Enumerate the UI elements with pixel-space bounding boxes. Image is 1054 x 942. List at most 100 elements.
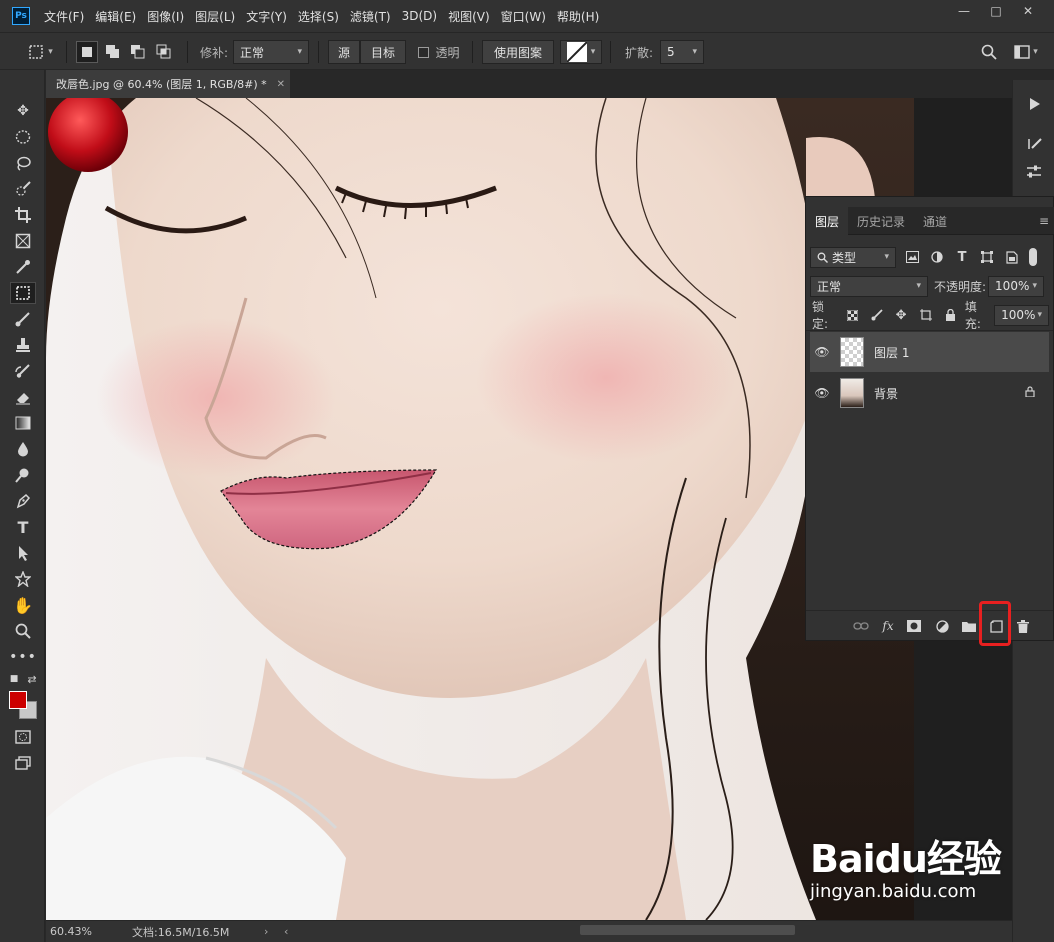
tab-layers[interactable]: 图层 — [806, 207, 849, 235]
filter-pixel-icon[interactable] — [903, 248, 921, 266]
marquee-tool[interactable] — [10, 126, 36, 148]
gradient-tool[interactable] — [10, 412, 36, 434]
diffusion-value: 5 — [667, 45, 675, 59]
use-pattern-button[interactable]: 使用图案 — [482, 40, 554, 64]
brush-settings-button[interactable] — [1020, 132, 1048, 156]
eyedropper-tool[interactable] — [10, 256, 36, 278]
dodge-tool[interactable] — [10, 464, 36, 486]
document-tab-bar: 改唇色.jpg @ 60.4% (图层 1, RGB/8#) * ✕ — [46, 70, 1012, 98]
crop-tool[interactable] — [10, 204, 36, 226]
target-button[interactable]: 目标 — [360, 40, 406, 64]
lasso-tool[interactable] — [10, 152, 36, 174]
document-tab[interactable]: 改唇色.jpg @ 60.4% (图层 1, RGB/8#) * ✕ — [46, 70, 290, 98]
brush-tool[interactable] — [10, 308, 36, 330]
type-tool[interactable]: T — [10, 516, 36, 538]
close-button[interactable]: ✕ — [1012, 0, 1044, 22]
add-mask-button[interactable] — [903, 615, 925, 637]
new-selection-button[interactable] — [76, 41, 98, 63]
opacity-input[interactable]: 100% ▾ — [988, 275, 1045, 297]
menu-edit[interactable]: 编辑(E) — [95, 8, 136, 25]
swap-colors-button[interactable]: ⇄ — [24, 668, 40, 690]
layer-name[interactable]: 背景 — [874, 385, 898, 402]
edit-toolbar-button[interactable]: ••• — [9, 646, 36, 668]
blur-tool[interactable] — [10, 438, 36, 460]
new-group-button[interactable] — [958, 615, 980, 637]
menu-type[interactable]: 文字(Y) — [246, 8, 287, 25]
eraser-tool[interactable] — [10, 386, 36, 408]
zoom-level[interactable]: 60.43% — [50, 925, 92, 938]
tab-channels[interactable]: 通道 — [914, 207, 956, 235]
gradient-icon — [15, 416, 31, 430]
filter-shape-icon[interactable] — [978, 248, 996, 266]
scroll-left-arrow-icon[interactable]: ‹ — [284, 925, 288, 938]
path-selection-tool[interactable] — [10, 542, 36, 564]
filter-kind-select[interactable]: 类型 ▾ — [810, 246, 896, 268]
tool-preset-picker[interactable]: ▾ — [20, 40, 60, 64]
lock-transparent-pixels-button[interactable] — [843, 306, 861, 324]
layer-name[interactable]: 图层 1 — [874, 344, 909, 361]
foreground-color-swatch[interactable] — [9, 691, 27, 709]
history-brush-tool[interactable] — [10, 360, 36, 382]
visibility-eye-icon[interactable]: 👁 — [810, 345, 834, 359]
lock-artboard-button[interactable] — [917, 306, 935, 324]
pattern-picker[interactable]: ▾ — [560, 40, 602, 64]
delete-layer-button[interactable] — [1012, 615, 1034, 637]
fx-button[interactable]: fx — [877, 615, 899, 637]
menu-view[interactable]: 视图(V) — [448, 8, 490, 25]
frame-tool[interactable] — [10, 230, 36, 252]
fill-input[interactable]: 100% ▾ — [994, 304, 1049, 326]
document-canvas[interactable] — [46, 98, 914, 920]
filter-adjustment-icon[interactable] — [928, 248, 946, 266]
diffusion-select[interactable]: 5 ▾ — [660, 40, 704, 64]
add-selection-button[interactable] — [102, 41, 124, 63]
properties-button[interactable] — [1020, 160, 1048, 184]
subtract-selection-button[interactable] — [127, 41, 149, 63]
horizontal-scrollbar-thumb[interactable] — [580, 925, 795, 935]
status-menu-arrow-icon[interactable]: › — [264, 925, 268, 938]
zoom-tool[interactable] — [10, 620, 36, 642]
pen-tool[interactable] — [10, 490, 36, 512]
layer-row-layer-1[interactable]: 👁 图层 1 — [810, 332, 1049, 372]
blend-mode-select[interactable]: 正常 ▾ — [810, 275, 928, 297]
menu-help[interactable]: 帮助(H) — [557, 8, 599, 25]
source-button[interactable]: 源 — [328, 40, 360, 64]
visibility-eye-icon[interactable]: 👁 — [810, 386, 834, 400]
workspace-switcher[interactable]: ▾ — [1008, 40, 1044, 64]
chevron-down-icon: ▾ — [1033, 47, 1038, 57]
shape-tool[interactable] — [10, 568, 36, 590]
move-tool[interactable]: ✥ — [10, 100, 36, 122]
minimize-button[interactable]: — — [948, 0, 980, 22]
panel-menu-icon[interactable]: ≡ — [1039, 214, 1049, 228]
menu-select[interactable]: 选择(S) — [298, 8, 339, 25]
search-button[interactable] — [978, 40, 1000, 64]
close-tab-icon[interactable]: ✕ — [277, 79, 285, 90]
filter-type-icon[interactable]: T — [953, 248, 971, 266]
lock-position-button[interactable]: ✥ — [892, 306, 910, 324]
patch-mode-select[interactable]: 正常 ▾ — [233, 40, 309, 64]
default-colors-button[interactable]: ■ — [6, 668, 22, 690]
lock-all-button[interactable] — [941, 306, 959, 324]
patch-tool[interactable] — [10, 282, 36, 304]
filter-smart-object-icon[interactable] — [1003, 248, 1021, 266]
menu-filter[interactable]: 滤镜(T) — [350, 8, 391, 25]
menu-3d[interactable]: 3D(D) — [402, 9, 437, 23]
tab-history[interactable]: 历史记录 — [848, 207, 914, 235]
menu-window[interactable]: 窗口(W) — [501, 8, 546, 25]
layer-row-background[interactable]: 👁 背景 — [810, 373, 1049, 413]
hand-tool[interactable]: ✋ — [10, 594, 36, 616]
menu-layer[interactable]: 图层(L) — [195, 8, 235, 25]
menu-file[interactable]: 文件(F) — [44, 8, 84, 25]
link-layers-button[interactable] — [850, 615, 872, 637]
screen-mode-button[interactable] — [10, 752, 36, 774]
intersect-selection-button[interactable] — [153, 41, 175, 63]
lock-image-pixels-button[interactable] — [868, 306, 886, 324]
quick-selection-tool[interactable] — [10, 178, 36, 200]
clone-stamp-tool[interactable] — [10, 334, 36, 356]
quick-mask-button[interactable] — [10, 726, 36, 748]
adjustment-layer-button[interactable] — [931, 615, 953, 637]
transparent-checkbox[interactable]: 透明 — [414, 40, 464, 64]
filter-toggle[interactable] — [1029, 248, 1037, 266]
play-action-button[interactable] — [1020, 92, 1048, 116]
restore-button[interactable]: □ — [980, 0, 1012, 22]
menu-image[interactable]: 图像(I) — [147, 8, 184, 25]
